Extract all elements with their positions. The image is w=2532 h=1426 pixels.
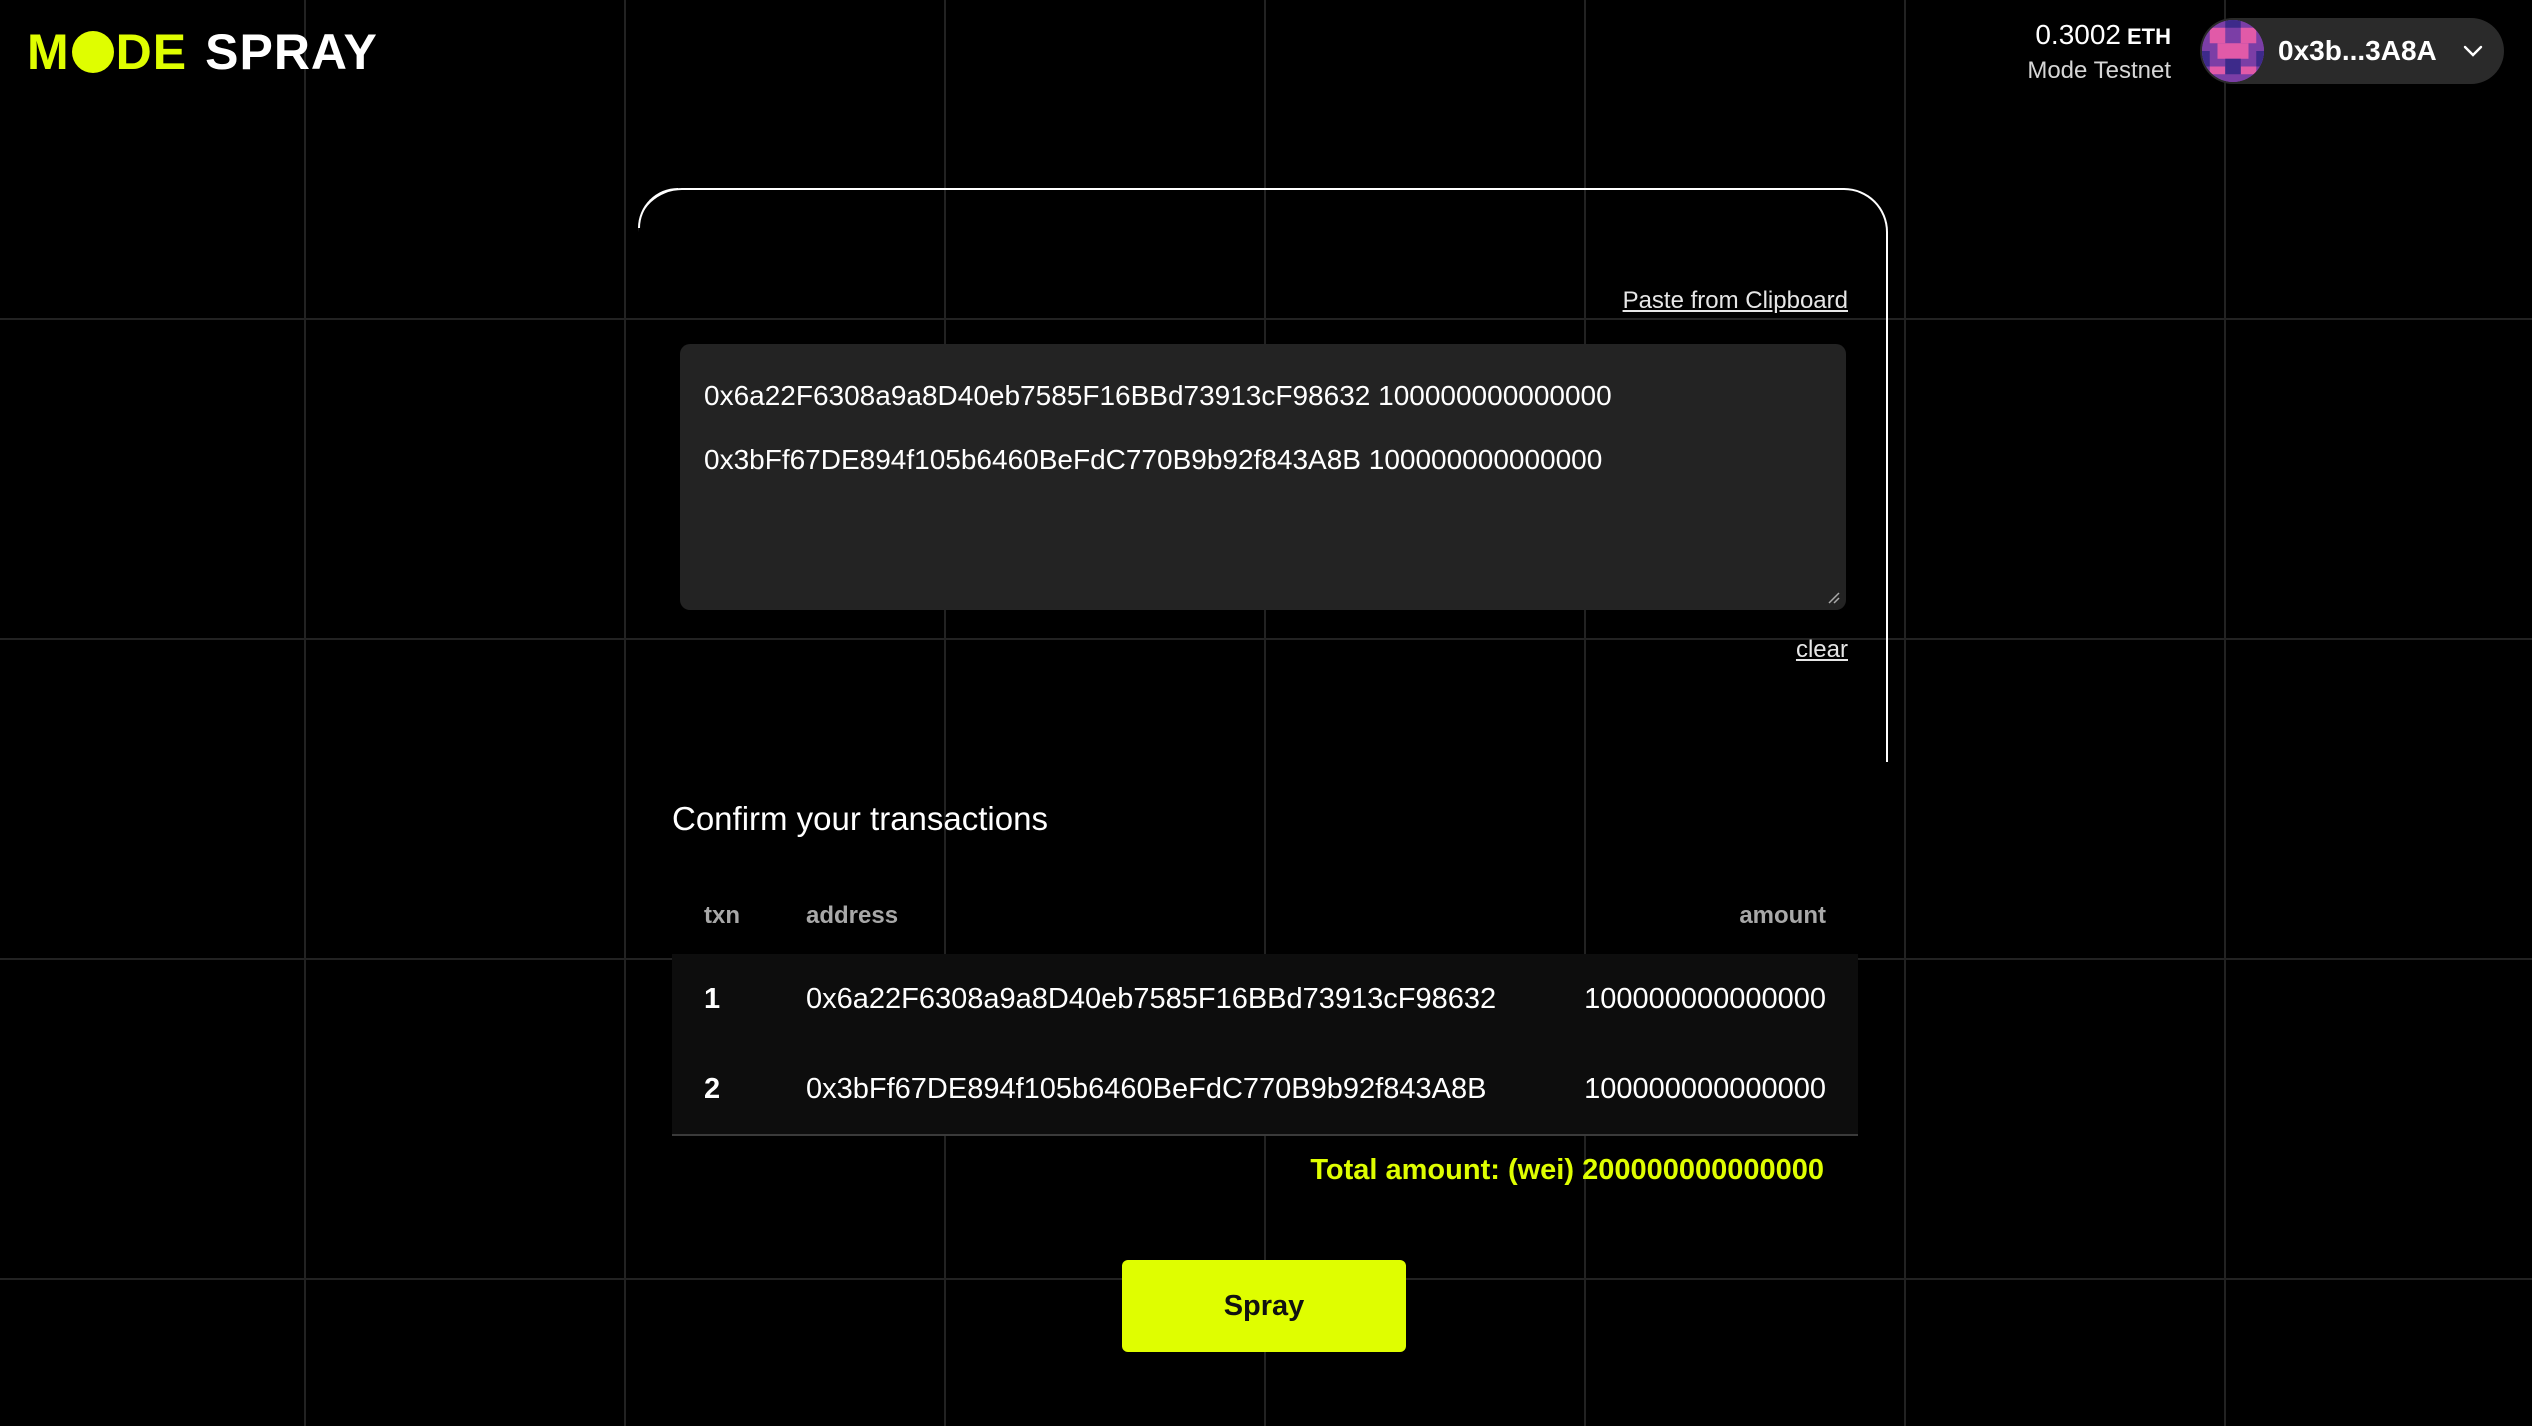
recipients-textarea[interactable]: 0x6a22F6308a9a8D40eb7585F16BBd73913cF986… [680, 344, 1846, 610]
confirm-title: Confirm your transactions [672, 800, 1048, 837]
row-amount: 100000000000000 [1559, 1044, 1858, 1136]
wallet-balance: 0.3002 ETH Mode Testnet [2027, 18, 2171, 86]
logo-mode: M DE [27, 23, 187, 81]
spray-button[interactable]: Spray [1122, 1260, 1406, 1352]
table-row: 2 0x3bFf67DE894f105b6460BeFdC770B9b92f84… [672, 1044, 1858, 1136]
row-address: 0x6a22F6308a9a8D40eb7585F16BBd73913cF986… [806, 982, 1497, 1015]
paste-from-clipboard-link[interactable]: Paste from Clipboard [1623, 287, 1848, 315]
balance-unit: ETH [2127, 24, 2171, 49]
app-logo[interactable]: M DE SPRAY [27, 24, 378, 80]
row-txn: 2 [672, 1044, 806, 1136]
avatar-pattern-icon [2202, 20, 2264, 82]
logo-dot-icon [71, 31, 114, 73]
row-amount: 100000000000000 [1584, 982, 1826, 1015]
logo-mode-de: DE [115, 24, 188, 80]
logo-spray: SPRAY [205, 24, 378, 80]
row-txn: 1 [704, 982, 721, 1015]
clear-link[interactable]: clear [1796, 636, 1848, 664]
network-name: Mode Testnet [2027, 57, 2171, 84]
resize-handle-icon[interactable] [1824, 588, 1840, 604]
account-button[interactable]: 0x3b...3A8A [2200, 18, 2504, 84]
textarea-line: 0x6a22F6308a9a8D40eb7585F16BBd73913cF986… [704, 380, 1612, 411]
chevron-down-icon [2463, 45, 2483, 57]
balance-value: 0.3002 [2035, 19, 2121, 50]
avatar [2202, 20, 2264, 82]
total-amount: Total amount: (wei) 200000000000000 [1310, 1154, 1824, 1186]
logo-mode-m: M [27, 24, 70, 80]
column-address: address [806, 902, 899, 929]
column-amount: amount [1739, 902, 1826, 929]
transactions-table: txn address amount 1 0x6a22F6308a9a8D40e… [672, 878, 1858, 1136]
table-row: 1 0x6a22F6308a9a8D40eb7585F16BBd73913cF9… [672, 954, 1858, 1044]
textarea-line: 0x3bFf67DE894f105b6460BeFdC770B9b92f843A… [704, 444, 1603, 475]
column-txn: txn [704, 902, 740, 929]
wallet-address: 0x3b...3A8A [2278, 35, 2437, 66]
table-header-row: txn address amount [672, 878, 1858, 954]
card-corner [638, 188, 678, 228]
balance-amount: 0.3002 ETH [2027, 18, 2171, 54]
row-address: 0x3bFf67DE894f105b6460BeFdC770B9b92f843A… [806, 1044, 1560, 1136]
